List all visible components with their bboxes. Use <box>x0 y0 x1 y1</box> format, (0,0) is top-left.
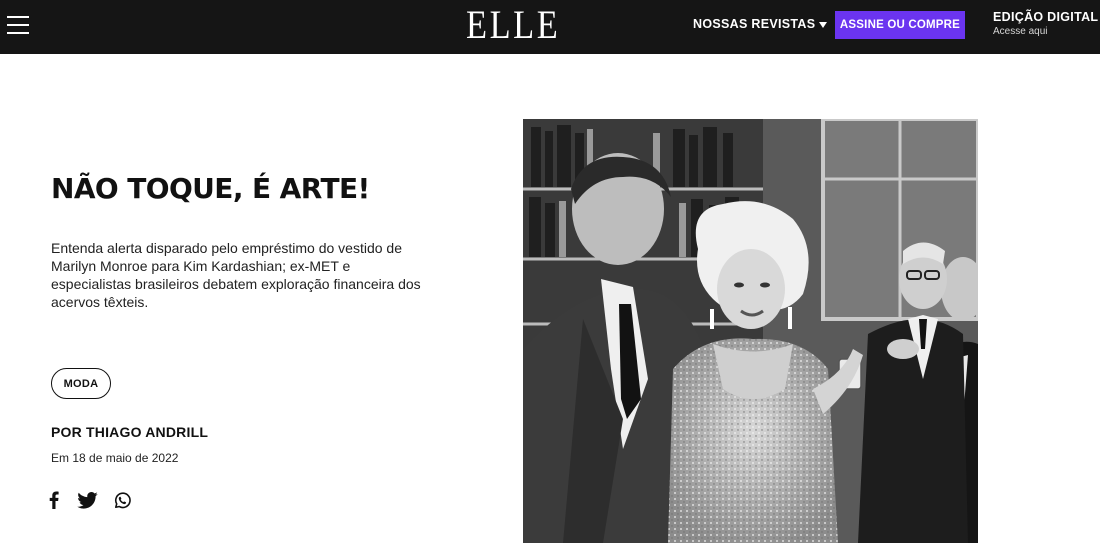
article-photo <box>523 119 978 543</box>
elle-logo[interactable]: ELLE <box>466 3 560 47</box>
category-tag[interactable]: MODA <box>51 368 111 399</box>
article-date: Em 18 de maio de 2022 <box>51 451 179 465</box>
digital-edition-title: EDIÇÃO DIGITAL <box>993 10 1099 24</box>
digital-edition-subtitle: Acesse aqui <box>993 26 1048 37</box>
article-author[interactable]: POR THIAGO ANDRILL <box>51 424 208 440</box>
subscribe-button[interactable]: ASSINE OU COMPRE <box>835 11 965 39</box>
digital-edition-link[interactable]: EDIÇÃO DIGITAL Acesse aqui <box>993 10 1098 37</box>
top-navigation-bar: ELLE NOSSAS REVISTAS ASSINE OU COMPRE ED… <box>0 0 1100 54</box>
whatsapp-icon[interactable] <box>111 489 133 511</box>
share-bar <box>47 489 133 511</box>
twitter-icon[interactable] <box>76 489 98 511</box>
caret-down-icon <box>819 21 828 28</box>
magazines-label: NOSSAS REVISTAS <box>693 17 816 31</box>
article-headline: NÃO TOQUE, É ARTE! <box>51 172 370 205</box>
facebook-icon[interactable] <box>47 489 61 511</box>
article-dek: Entenda alerta disparado pelo empréstimo… <box>51 240 421 310</box>
magazines-dropdown[interactable]: NOSSAS REVISTAS <box>693 17 828 31</box>
hamburger-menu-icon[interactable] <box>7 15 29 34</box>
